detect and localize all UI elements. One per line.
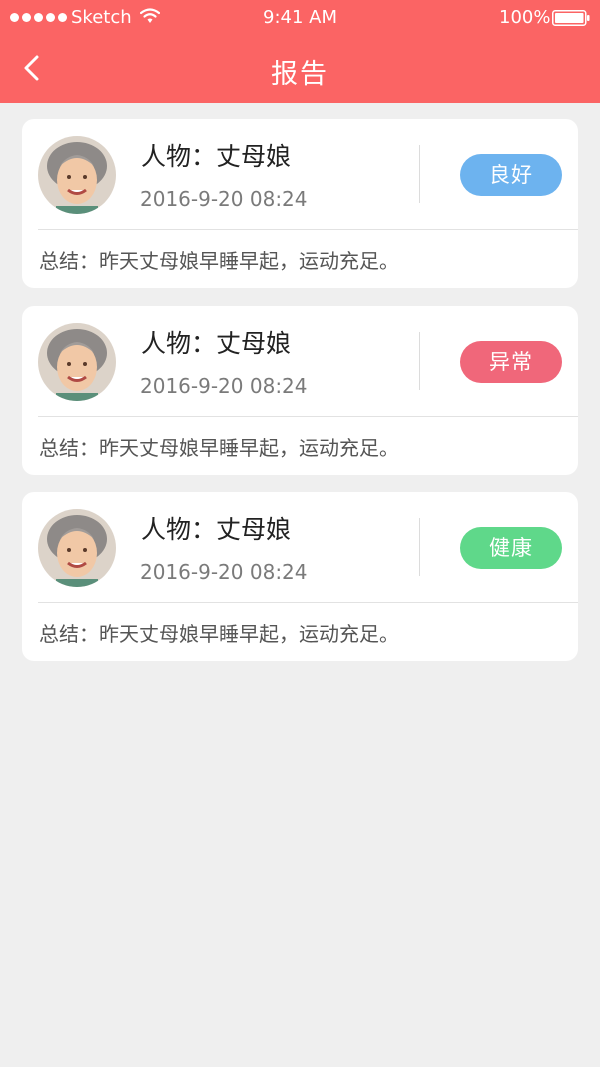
report-time: 2016-9-20 08:24 — [140, 374, 308, 398]
person-name: 人物：丈母娘 — [141, 515, 292, 544]
report-card[interactable]: 人物：丈母娘 2016-9-20 08:24 健康 总结：昨天丈母娘早睡早起，运… — [22, 492, 578, 661]
app-header: Sketch 9:41 AM 100% 报告 — [0, 0, 600, 103]
divider — [38, 602, 578, 603]
status-badge[interactable]: 健康 — [460, 527, 562, 569]
vertical-divider — [419, 518, 420, 576]
report-summary: 总结：昨天丈母娘早睡早起，运动充足。 — [39, 249, 399, 273]
avatar — [38, 323, 116, 401]
page-title: 报告 — [271, 59, 329, 90]
divider — [38, 416, 578, 417]
status-bar: Sketch 9:41 AM 100% — [0, 0, 600, 36]
report-summary: 总结：昨天丈母娘早睡早起，运动充足。 — [39, 622, 399, 646]
divider — [38, 229, 578, 230]
vertical-divider — [419, 332, 420, 390]
report-time: 2016-9-20 08:24 — [140, 560, 308, 584]
avatar — [38, 136, 116, 214]
report-card[interactable]: 人物：丈母娘 2016-9-20 08:24 异常 总结：昨天丈母娘早睡早起，运… — [22, 306, 578, 475]
report-summary: 总结：昨天丈母娘早睡早起，运动充足。 — [39, 436, 399, 460]
person-name: 人物：丈母娘 — [141, 142, 292, 171]
battery-icon — [552, 10, 590, 26]
status-badge[interactable]: 良好 — [460, 154, 562, 196]
battery-percentage: 100% — [499, 7, 551, 28]
avatar — [38, 509, 116, 587]
navigation-bar: 报告 — [0, 36, 600, 103]
status-badge[interactable]: 异常 — [460, 341, 562, 383]
vertical-divider — [419, 145, 420, 203]
report-card[interactable]: 人物：丈母娘 2016-9-20 08:24 良好 总结：昨天丈母娘早睡早起，运… — [22, 119, 578, 288]
report-time: 2016-9-20 08:24 — [140, 187, 308, 211]
person-name: 人物：丈母娘 — [141, 329, 292, 358]
